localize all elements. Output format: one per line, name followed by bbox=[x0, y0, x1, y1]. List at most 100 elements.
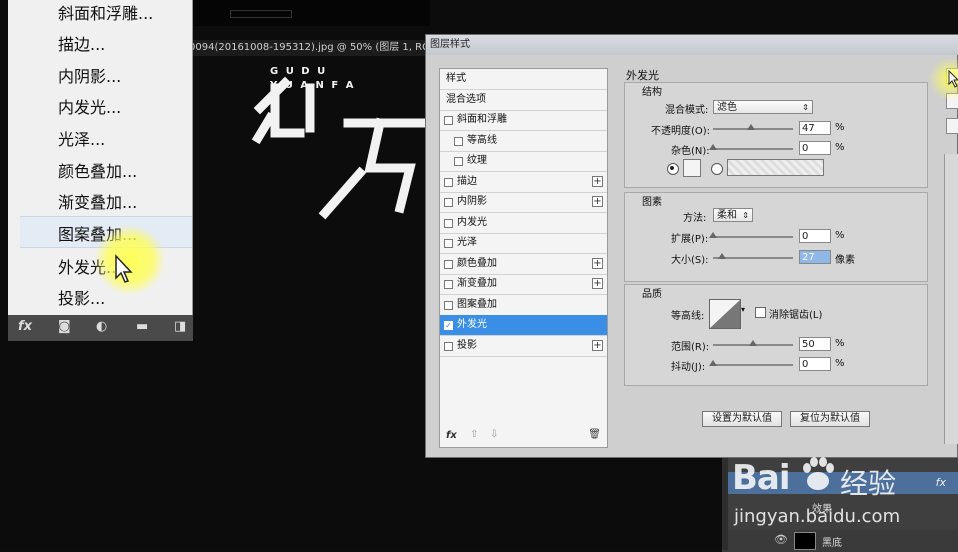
spread-input[interactable]: 0 bbox=[799, 229, 831, 243]
menu-item-gradient-overlay[interactable]: 渐变叠加... bbox=[58, 189, 137, 213]
reset-default-button[interactable]: 复位为默认值 bbox=[790, 411, 870, 427]
style-item-label: 渐变叠加 bbox=[457, 278, 497, 289]
slider-thumb[interactable] bbox=[709, 232, 717, 238]
layers-scrollbar[interactable] bbox=[722, 458, 728, 550]
menu-item-bevel[interactable]: 斜面和浮雕... bbox=[58, 0, 153, 24]
style-item-3[interactable]: 等高线 bbox=[440, 131, 607, 152]
style-checkbox[interactable] bbox=[444, 198, 453, 207]
contour-label: 等高线: bbox=[671, 311, 705, 322]
opacity-slider[interactable] bbox=[713, 124, 793, 130]
folder-icon[interactable]: ▬ bbox=[136, 319, 148, 334]
move-up-icon[interactable]: ⇧ bbox=[470, 429, 478, 440]
opacity-input[interactable]: 47 bbox=[799, 121, 831, 135]
jitter-input[interactable]: 0 bbox=[799, 357, 831, 371]
style-checkbox[interactable] bbox=[444, 116, 453, 125]
noise-input[interactable]: 0 bbox=[799, 141, 831, 155]
styles-footer: fx ⇧ ⇩ 🗑 bbox=[440, 429, 607, 447]
elements-group: 图素 方法: 柔和 ⇕ 扩展(P): 0 % 大小(S): 27 像素 bbox=[624, 192, 928, 282]
document-tab[interactable]: 0094(20161008-195312).jpg @ 50% (图层 1, R… bbox=[185, 40, 430, 56]
style-checkbox[interactable] bbox=[444, 259, 453, 269]
add-style-icon[interactable]: + bbox=[592, 339, 603, 351]
options-field bbox=[230, 10, 292, 18]
style-item-10[interactable]: 渐变叠加 + bbox=[440, 274, 607, 295]
add-style-icon[interactable]: + bbox=[592, 196, 603, 207]
menu-item-stroke[interactable]: 描边... bbox=[58, 31, 105, 55]
size-slider[interactable] bbox=[713, 253, 793, 259]
spread-label: 扩展(P): bbox=[671, 234, 709, 245]
trash-icon[interactable]: 🗑 bbox=[588, 429, 601, 440]
style-item-12[interactable]: ✓ 外发光 bbox=[440, 315, 607, 336]
style-item-5[interactable]: 描边 + bbox=[440, 172, 607, 193]
mask-icon[interactable]: ◙ bbox=[58, 319, 71, 334]
style-item-11[interactable]: 图案叠加 bbox=[440, 295, 607, 316]
style-checkbox[interactable] bbox=[454, 136, 463, 146]
move-down-icon[interactable]: ⇩ bbox=[490, 429, 498, 440]
slider-thumb[interactable] bbox=[749, 340, 757, 346]
style-checkbox[interactable] bbox=[454, 157, 463, 166]
select-arrow-icon: ⇕ bbox=[742, 211, 749, 220]
style-checkbox[interactable] bbox=[444, 177, 453, 187]
spread-slider[interactable] bbox=[709, 232, 793, 238]
style-checkbox[interactable] bbox=[444, 280, 453, 289]
percent-unit: % bbox=[835, 358, 845, 369]
layer-fx-icon[interactable]: fx bbox=[936, 476, 946, 489]
style-checkbox[interactable] bbox=[444, 239, 453, 248]
style-item-0[interactable]: 样式 bbox=[440, 69, 607, 90]
technique-label: 方法: bbox=[683, 213, 707, 224]
select-arrow-icon: ⇕ bbox=[802, 103, 809, 112]
menu-item-satin[interactable]: 光泽... bbox=[58, 126, 105, 150]
style-item-7[interactable]: 内发光 bbox=[440, 213, 607, 234]
jitter-label: 抖动(J): bbox=[671, 362, 706, 373]
baidu-watermark: Bai 经验 jingyan.baidu.com bbox=[730, 450, 930, 540]
style-checkbox[interactable] bbox=[444, 341, 453, 351]
style-checkbox[interactable]: ✓ bbox=[444, 321, 453, 330]
style-item-2[interactable]: 斜面和浮雕 bbox=[440, 110, 607, 131]
style-item-8[interactable]: 光泽 bbox=[440, 233, 607, 254]
style-item-4[interactable]: 纹理 bbox=[440, 151, 607, 172]
quality-title: 品质 bbox=[642, 289, 662, 300]
menu-item-drop-shadow[interactable]: 投影... bbox=[58, 285, 105, 309]
size-input[interactable]: 27 bbox=[799, 250, 831, 264]
style-item-1[interactable]: 混合选项 bbox=[440, 90, 607, 111]
menu-item-inner-shadow[interactable]: 内阴影... bbox=[58, 63, 121, 87]
style-checkbox[interactable] bbox=[444, 218, 453, 228]
range-slider[interactable] bbox=[713, 340, 793, 346]
new-style-button-edge[interactable] bbox=[946, 118, 958, 134]
slider-thumb[interactable] bbox=[709, 144, 717, 150]
jitter-slider[interactable] bbox=[709, 360, 793, 366]
style-checkbox[interactable] bbox=[444, 300, 453, 310]
gradient-radio[interactable] bbox=[711, 163, 723, 175]
contour-picker[interactable] bbox=[709, 299, 741, 329]
noise-slider[interactable] bbox=[709, 144, 793, 150]
solid-color-radio[interactable] bbox=[667, 163, 679, 175]
styles-list: 样式 混合选项 斜面和浮雕 等高线 纹理 描边 + 内阴影 + 内发光 光泽 颜色叠加 + 渐变叠加 + 图案… bbox=[439, 68, 608, 448]
antialias-checkbox[interactable] bbox=[755, 307, 766, 318]
blend-mode-select[interactable]: 滤色 ⇕ bbox=[713, 100, 813, 114]
style-item-label: 描边 bbox=[457, 175, 477, 187]
fx-icon[interactable]: fx bbox=[18, 319, 32, 334]
contour-preview-icon bbox=[710, 300, 740, 328]
glow-color-swatch[interactable] bbox=[683, 159, 701, 177]
style-item-13[interactable]: 投影 + bbox=[440, 336, 607, 357]
range-input[interactable]: 50 bbox=[799, 337, 831, 351]
slider-thumb[interactable] bbox=[709, 360, 717, 366]
add-style-icon[interactable]: + bbox=[592, 175, 603, 187]
section-title: 外发光 bbox=[626, 69, 659, 82]
make-default-button[interactable]: 设置为默认值 bbox=[702, 411, 782, 427]
gradient-picker[interactable] bbox=[727, 159, 824, 176]
menu-item-color-overlay[interactable]: 颜色叠加... bbox=[58, 158, 137, 182]
fx-icon[interactable]: fx bbox=[446, 430, 457, 441]
contour-dropdown-icon[interactable]: ▾ bbox=[741, 305, 745, 314]
slider-thumb[interactable] bbox=[746, 124, 755, 130]
technique-select[interactable]: 柔和 ⇕ bbox=[713, 208, 753, 222]
add-style-icon[interactable]: + bbox=[592, 278, 603, 289]
style-item-6[interactable]: 内阴影 + bbox=[440, 192, 607, 213]
slider-thumb[interactable] bbox=[717, 253, 726, 259]
menu-item-inner-glow[interactable]: 内发光... bbox=[58, 94, 121, 118]
add-style-icon[interactable]: + bbox=[592, 257, 603, 269]
new-layer-icon[interactable]: ◨ bbox=[174, 319, 186, 334]
style-item-9[interactable]: 颜色叠加 + bbox=[440, 254, 607, 275]
artwork-subtitle-1: G U D U bbox=[270, 66, 328, 77]
baidu-paw-icon bbox=[803, 457, 834, 490]
adjustment-icon[interactable]: ◐ bbox=[96, 319, 107, 334]
